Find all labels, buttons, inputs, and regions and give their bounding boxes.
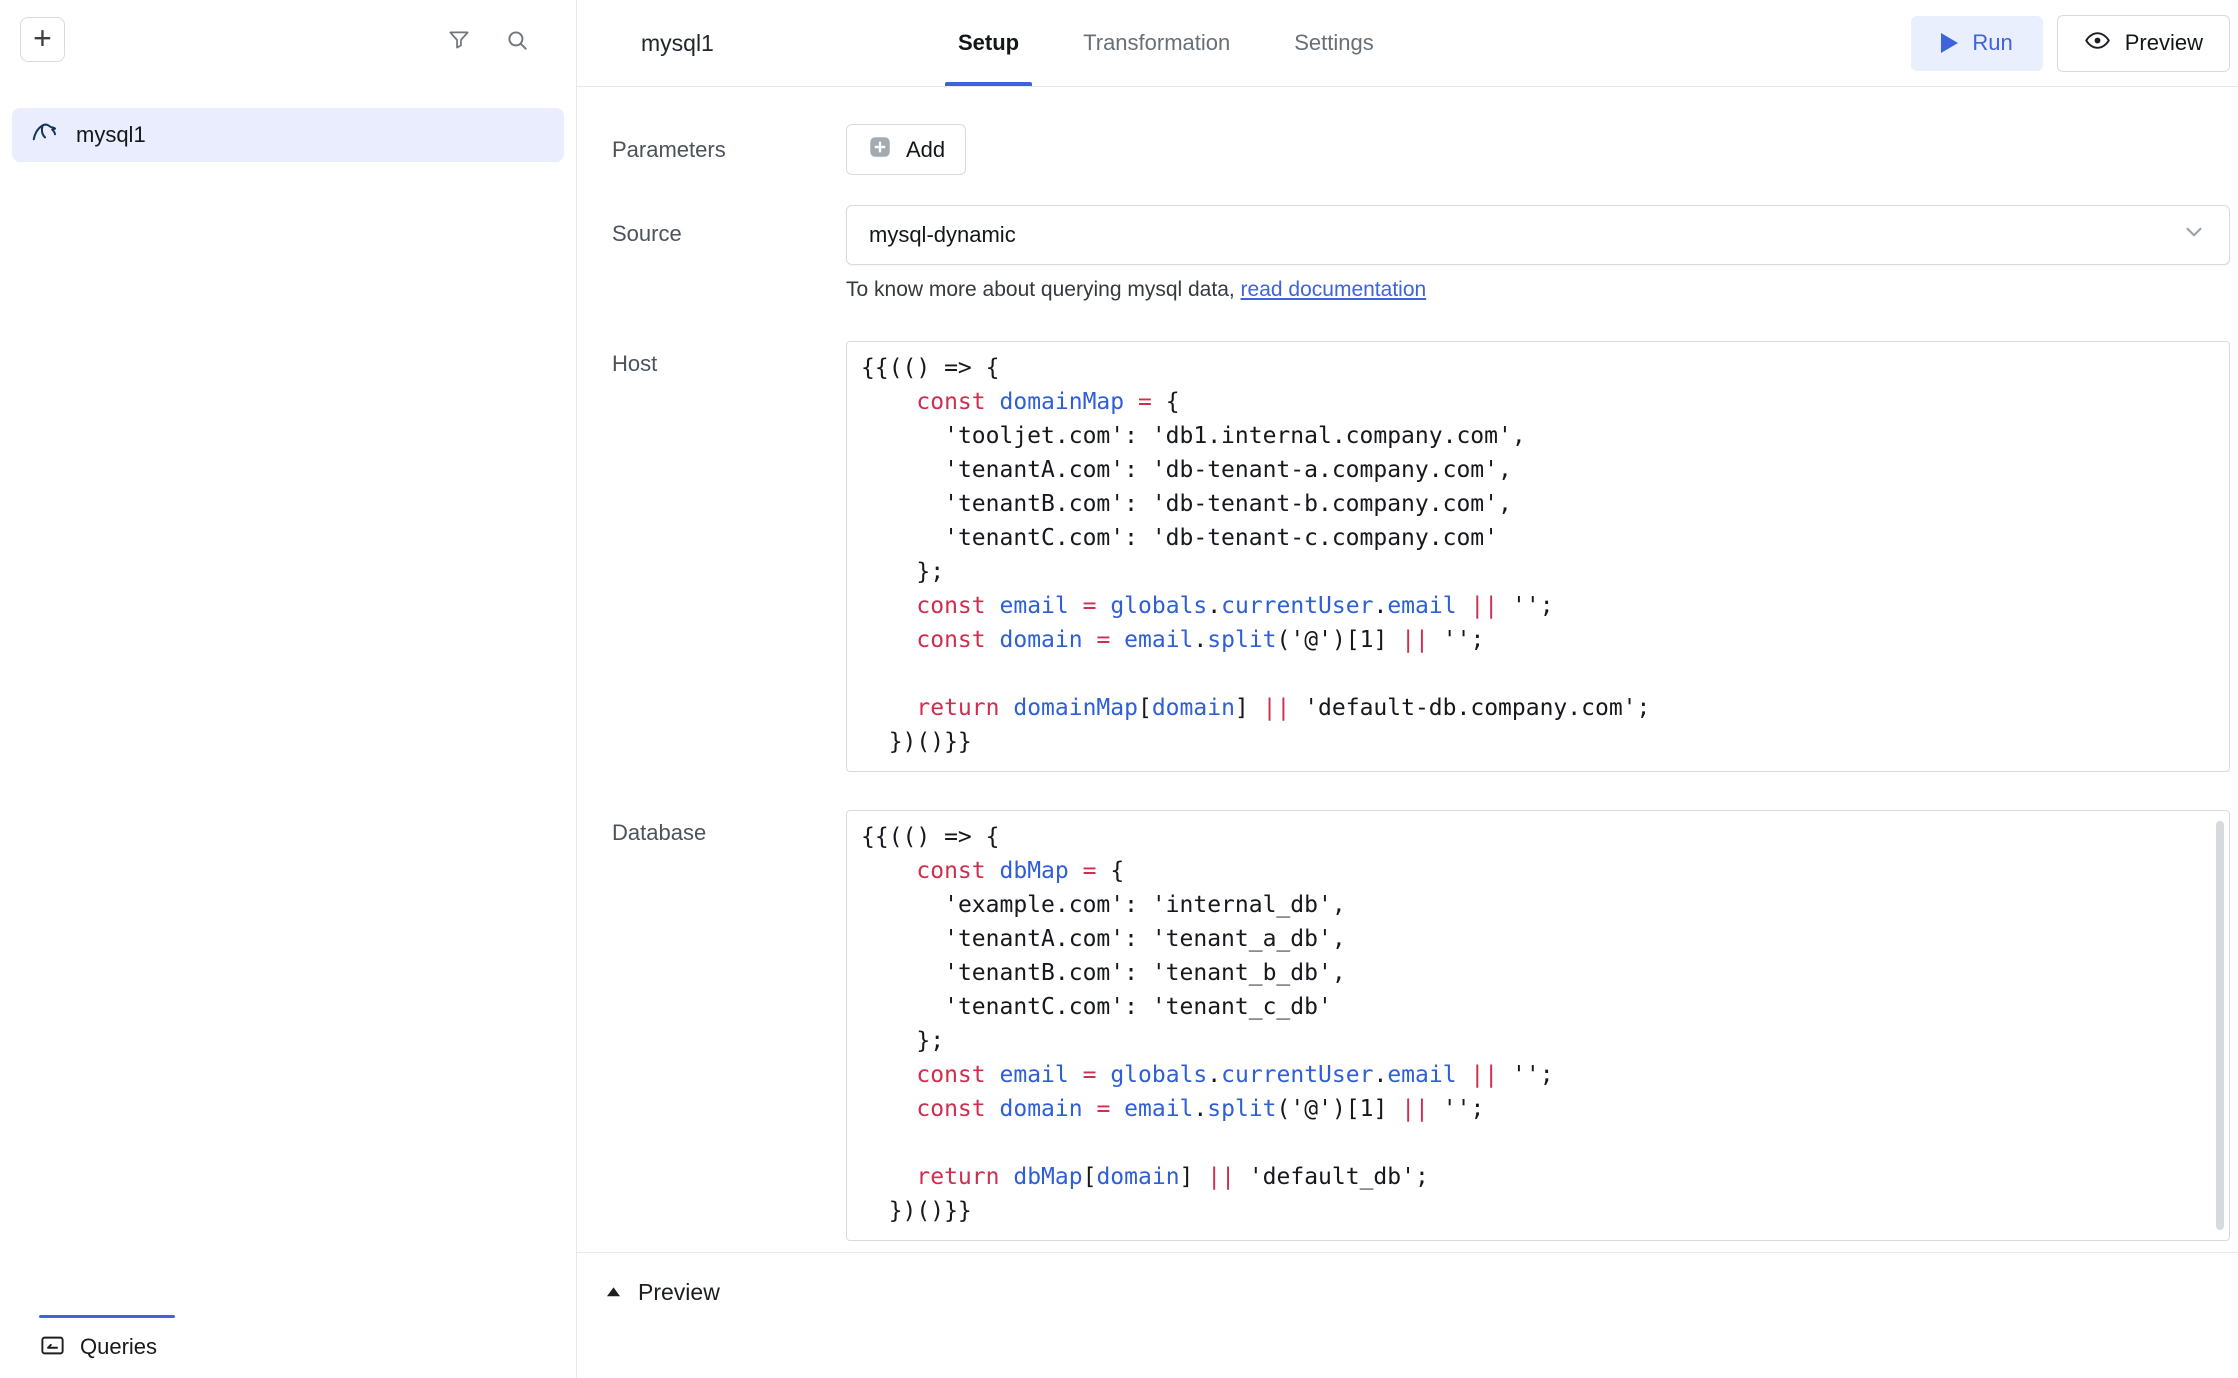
host-code-editor[interactable]: {{(() => { const domainMap = { 'tooljet.… xyxy=(846,341,2230,772)
query-list: mysql1 xyxy=(0,108,576,162)
queries-tab-label: Queries xyxy=(80,1334,157,1360)
tab-transformation[interactable]: Transformation xyxy=(1070,0,1243,86)
chevron-down-icon xyxy=(2181,219,2207,251)
host-label: Host xyxy=(612,341,846,772)
tab-settings[interactable]: Settings xyxy=(1281,0,1387,86)
new-query-button[interactable]: + xyxy=(20,17,65,62)
source-field: mysql-dynamic To know more about queryin… xyxy=(846,205,2230,302)
header-actions: Run Preview xyxy=(1911,15,2230,72)
queries-icon xyxy=(39,1332,66,1362)
database-label: Database xyxy=(612,810,846,1241)
parameters-row: Parameters Add xyxy=(612,124,2238,175)
query-setup-form: Parameters Add Source mysql-dynamic xyxy=(577,87,2238,1252)
queries-tab-indicator xyxy=(39,1315,175,1318)
read-documentation-link[interactable]: read documentation xyxy=(1241,278,1427,301)
query-item-label: mysql1 xyxy=(76,122,146,148)
mysql-icon xyxy=(30,118,60,153)
source-helper-text: To know more about querying mysql data, … xyxy=(846,278,2230,302)
preview-button[interactable]: Preview xyxy=(2057,15,2230,72)
preview-panel-header: Preview xyxy=(577,1252,2238,1378)
add-parameter-button[interactable]: Add xyxy=(846,124,966,175)
run-button[interactable]: Run xyxy=(1911,16,2042,71)
source-select-value: mysql-dynamic xyxy=(869,222,1016,248)
source-helper-prefix: To know more about querying mysql data, xyxy=(846,278,1241,301)
eye-icon xyxy=(2084,27,2111,60)
query-tabs: Setup Transformation Settings xyxy=(945,0,1387,86)
queries-panel-tab[interactable]: Queries xyxy=(39,1332,157,1362)
filter-icon[interactable] xyxy=(446,27,472,53)
tab-setup[interactable]: Setup xyxy=(945,0,1032,86)
run-button-label: Run xyxy=(1972,30,2012,56)
database-field: {{(() => { const dbMap = { 'example.com'… xyxy=(846,810,2230,1241)
sidebar-toolbar: + xyxy=(0,0,576,62)
caret-up-icon xyxy=(604,1284,623,1302)
search-icon[interactable] xyxy=(504,27,530,53)
query-detail-panel: mysql1 Setup Transformation Settings Run… xyxy=(577,0,2238,1378)
plus-square-icon xyxy=(867,134,893,166)
sidebar-toolbar-icons xyxy=(446,27,556,53)
query-editor: + mysql1 xyxy=(0,0,2238,1378)
database-editor-scrollbar[interactable] xyxy=(2216,821,2224,1230)
source-select[interactable]: mysql-dynamic xyxy=(846,205,2230,265)
database-code-content: {{(() => { const dbMap = { 'example.com'… xyxy=(861,820,2189,1228)
source-label: Source xyxy=(612,205,846,302)
sidebar-bottom-bar: Queries xyxy=(0,1315,576,1378)
database-row: Database {{(() => { const dbMap = { 'exa… xyxy=(612,810,2238,1241)
parameters-field: Add xyxy=(846,124,2230,175)
add-parameter-label: Add xyxy=(906,137,945,163)
host-row: Host {{(() => { const domainMap = { 'too… xyxy=(612,341,2238,772)
query-list-item-mysql1[interactable]: mysql1 xyxy=(12,108,564,162)
host-field: {{(() => { const domainMap = { 'tooljet.… xyxy=(846,341,2230,772)
plus-icon: + xyxy=(33,22,52,54)
source-row: Source mysql-dynamic To know more about … xyxy=(612,205,2238,302)
database-code-editor[interactable]: {{(() => { const dbMap = { 'example.com'… xyxy=(846,810,2230,1241)
query-title: mysql1 xyxy=(641,30,714,57)
preview-button-label: Preview xyxy=(2125,30,2203,56)
query-sidebar: + mysql1 xyxy=(0,0,577,1378)
parameters-label: Parameters xyxy=(612,137,846,163)
preview-section-toggle[interactable]: Preview xyxy=(604,1279,720,1306)
play-icon xyxy=(1941,33,1958,53)
query-header: mysql1 Setup Transformation Settings Run… xyxy=(577,0,2238,87)
preview-section-label: Preview xyxy=(638,1279,720,1306)
